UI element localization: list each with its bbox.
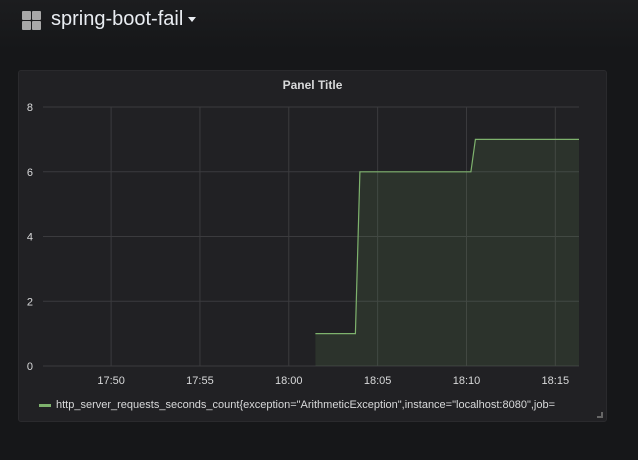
dashboard-title-picker[interactable]: spring-boot-fail [51,8,197,31]
y-tick-label: 8 [27,102,33,114]
graph-panel: Panel Title 0 2 4 6 8 17:50 17:55 18:00 18:05 18:… [18,70,607,422]
x-tick-label: 18:10 [453,375,481,387]
dashboard-title: spring-boot-fail [51,8,184,30]
caret-down-icon [188,17,197,23]
legend-item[interactable]: http_server_requests_seconds_count{excep… [39,399,599,411]
y-tick-label: 4 [27,232,33,244]
y-tick-label: 0 [27,361,33,373]
resize-handle[interactable] [597,412,603,418]
legend-label: http_server_requests_seconds_count{excep… [56,399,556,411]
y-tick-label: 6 [27,167,33,179]
legend-swatch [39,403,51,407]
x-tick-label: 18:00 [275,375,303,387]
x-tick-label: 18:15 [542,375,570,387]
graph-chart: 0 2 4 6 8 17:50 17:55 18:00 18:05 18:10 18:15 [27,102,579,387]
x-tick-label: 17:50 [97,375,125,387]
x-tick-label: 18:05 [364,375,392,387]
x-tick-label: 17:55 [186,375,214,387]
grid-icon[interactable] [22,11,41,30]
y-tick-label: 2 [27,296,33,308]
